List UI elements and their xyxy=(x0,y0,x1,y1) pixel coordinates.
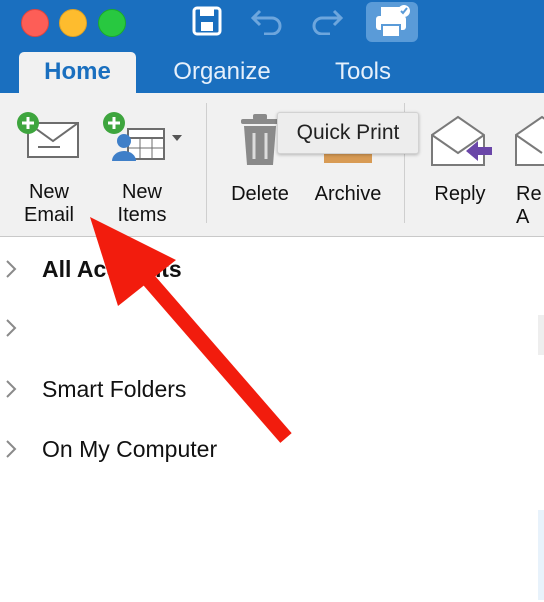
print-icon[interactable] xyxy=(366,2,418,42)
new-items-icon xyxy=(103,112,182,161)
chevron-right-icon[interactable] xyxy=(4,379,18,399)
tab-home[interactable]: Home xyxy=(19,52,136,94)
new-email-label: New Email xyxy=(23,181,74,226)
undo-icon[interactable] xyxy=(250,4,284,38)
title-bar: Home Organize Tools xyxy=(0,0,544,94)
trash-icon xyxy=(241,114,279,165)
folder-item-all-accounts[interactable]: All Accounts xyxy=(0,249,544,289)
reply-button[interactable]: Reply xyxy=(418,93,502,233)
redo-icon[interactable] xyxy=(310,4,344,38)
close-window-button[interactable] xyxy=(21,9,49,37)
folder-label: All Accounts xyxy=(42,256,182,282)
new-items-button[interactable]: New Items xyxy=(96,93,188,233)
quick-print-tooltip: Quick Print xyxy=(277,112,419,154)
reply-icon xyxy=(431,115,492,166)
chevron-right-icon[interactable] xyxy=(4,318,18,338)
save-icon[interactable] xyxy=(190,4,224,38)
new-email-button[interactable]: New Email xyxy=(8,93,90,233)
chevron-right-icon[interactable] xyxy=(4,439,18,459)
archive-label: Archive xyxy=(314,183,382,205)
zoom-window-button[interactable] xyxy=(98,9,126,37)
reply-label: Reply xyxy=(434,183,486,205)
new-items-label: New Items xyxy=(117,181,167,226)
minimize-window-button[interactable] xyxy=(59,9,87,37)
folder-item-unnamed[interactable] xyxy=(0,308,544,348)
new-email-icon xyxy=(17,112,79,158)
message-list-edge xyxy=(538,315,544,355)
reply-all-icon xyxy=(515,115,544,166)
folder-item-on-my-computer[interactable]: On My Computer xyxy=(0,429,544,469)
folder-label: Smart Folders xyxy=(42,376,187,402)
message-list-edge xyxy=(538,510,544,600)
ribbon-separator xyxy=(206,103,207,223)
chevron-right-icon[interactable] xyxy=(4,259,18,279)
folder-item-smart-folders[interactable]: Smart Folders xyxy=(0,369,544,409)
tab-tools[interactable]: Tools xyxy=(322,52,404,94)
folder-label: On My Computer xyxy=(42,436,218,462)
tab-organize[interactable]: Organize xyxy=(160,52,284,94)
reply-all-button[interactable]: Re A xyxy=(508,93,544,233)
delete-label: Delete xyxy=(231,183,289,205)
reply-all-label: Re A xyxy=(516,183,542,228)
ribbon: New Email New Items Delete Archive Reply… xyxy=(0,93,544,237)
